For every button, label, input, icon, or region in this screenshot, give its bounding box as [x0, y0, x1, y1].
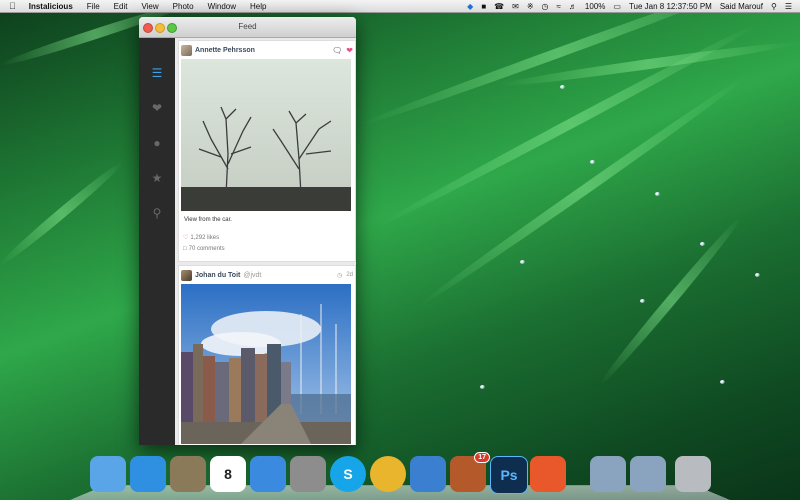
xcode-icon[interactable]	[410, 456, 446, 492]
clock[interactable]: Tue Jan 8 12:37:50 PM	[629, 2, 712, 11]
avatar[interactable]	[181, 44, 192, 56]
slides-app-icon[interactable]	[530, 456, 566, 492]
volume-icon[interactable]: ♬	[569, 2, 577, 11]
menu-edit[interactable]: Edit	[107, 2, 135, 11]
dock: 8 S 17 Ps	[70, 452, 730, 500]
chrome-icon[interactable]	[370, 456, 406, 492]
menu-photo[interactable]: Photo	[166, 2, 201, 11]
apple-menu-icon[interactable]: 	[0, 1, 22, 11]
sidebar-item-likes[interactable]: ❤	[139, 95, 175, 121]
spotlight-search-icon[interactable]: ⚲	[771, 2, 777, 11]
menu-view[interactable]: View	[134, 2, 165, 11]
notification-badge: 17	[474, 452, 490, 463]
feed-post[interactable]: Johan du Toit @jvdt ◷ 2d	[178, 265, 356, 445]
post-photo[interactable]	[181, 59, 351, 211]
skype-letter: S	[343, 466, 353, 482]
comments-count: 70 comments	[188, 246, 225, 252]
sidebar-item-profile[interactable]: ●	[139, 130, 175, 156]
documents-folder-icon[interactable]	[590, 456, 626, 492]
search-icon: ⚲	[152, 206, 162, 220]
user-icon: ●	[153, 136, 161, 150]
skype-status-icon[interactable]: ☎	[494, 2, 504, 11]
window-title: Feed	[238, 22, 257, 31]
menu-icon: ☰	[151, 66, 163, 80]
window-titlebar[interactable]: Feed	[139, 17, 356, 38]
star-icon: ★	[151, 171, 163, 185]
post-username[interactable]: Annette Pehrsson	[195, 47, 255, 54]
battery-icon: ▭	[613, 1, 621, 11]
calendar-day: 8	[224, 466, 232, 482]
comments-count-row[interactable]: □ 70 comments	[183, 246, 225, 252]
feed-window: Feed ☰ ❤ ● ★ ⚲ Annette Pehrsson 🗨 ❤ View…	[139, 17, 356, 445]
sidebar-item-feed[interactable]: ☰	[139, 60, 175, 86]
bluetooth-icon[interactable]: ※	[527, 2, 534, 11]
sidebar: ☰ ❤ ● ★ ⚲	[139, 38, 175, 445]
feed-list[interactable]: Annette Pehrsson 🗨 ❤ View from the car. …	[175, 38, 356, 445]
comment-icon[interactable]: 🗨	[332, 46, 342, 55]
menu-help[interactable]: Help	[243, 2, 273, 11]
menu-file[interactable]: File	[80, 2, 107, 11]
system-preferences-icon[interactable]	[290, 456, 326, 492]
wifi-icon[interactable]: ≈	[557, 2, 561, 11]
app-menu[interactable]: Instalicious	[22, 2, 80, 11]
mail-stamp-icon[interactable]	[170, 456, 206, 492]
skype-icon[interactable]: S	[330, 456, 366, 492]
post-header: Annette Pehrsson 🗨 ❤	[181, 43, 353, 57]
post-photo[interactable]	[181, 284, 351, 444]
birdhouse-icon[interactable]: 17	[450, 452, 490, 492]
avatar[interactable]	[181, 269, 192, 281]
calendar-icon[interactable]: 8	[210, 456, 246, 492]
time-machine-icon[interactable]: ◷	[542, 2, 549, 11]
menu-window[interactable]: Window	[201, 2, 243, 11]
user-name[interactable]: Said Marouf	[720, 2, 763, 11]
post-time: 2d	[346, 272, 353, 278]
photoshop-label: Ps	[500, 467, 518, 483]
battery-status[interactable]: 100%	[585, 2, 605, 11]
notification-center-icon[interactable]: ☰	[785, 2, 792, 11]
comment-small-icon: □	[183, 246, 187, 252]
itunes-icon[interactable]	[250, 456, 286, 492]
app-store-icon[interactable]	[130, 456, 166, 492]
like-heart-icon[interactable]: ❤	[346, 46, 353, 55]
sidebar-item-search[interactable]: ⚲	[139, 200, 175, 226]
feed-post[interactable]: Annette Pehrsson 🗨 ❤ View from the car. …	[178, 40, 356, 262]
finder-icon[interactable]	[90, 456, 126, 492]
post-username[interactable]: Johan du Toit	[195, 272, 240, 279]
likes-count: 1,292 likes	[190, 234, 220, 241]
status-app-icon[interactable]: ■	[481, 2, 486, 11]
heart-outline-icon: ♡	[183, 235, 189, 241]
post-caption: View from the car.	[184, 217, 232, 223]
heart-icon: ❤	[151, 101, 163, 115]
downloads-folder-icon[interactable]	[630, 456, 666, 492]
trash-icon[interactable]	[675, 456, 711, 492]
desktop-background	[0, 0, 800, 500]
likes-count-row[interactable]: ♡ 1,292 likes	[183, 234, 220, 242]
dropbox-icon[interactable]: ◆	[467, 2, 473, 11]
sidebar-item-popular[interactable]: ★	[139, 165, 175, 191]
menu-bar:  Instalicious File Edit View Photo Wind…	[0, 0, 800, 13]
post-header: Johan du Toit @jvdt ◷ 2d	[181, 268, 353, 282]
photoshop-icon[interactable]: Ps	[490, 456, 528, 494]
messages-icon[interactable]: ✉	[512, 2, 519, 11]
clock-icon: ◷	[337, 272, 343, 279]
post-handle[interactable]: @jvdt	[243, 272, 261, 279]
